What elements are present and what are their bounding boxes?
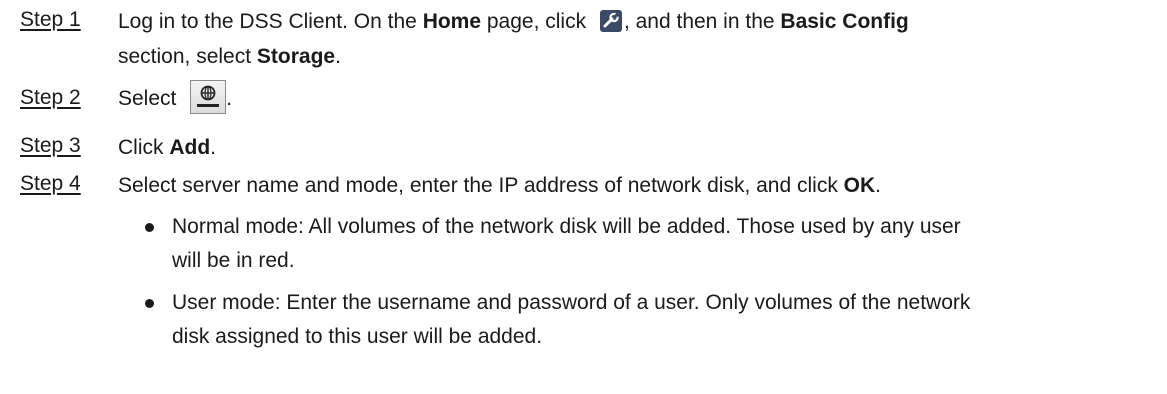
step-1-text-part: page, click	[481, 10, 592, 33]
basic-config-keyword: Basic Config	[780, 10, 909, 33]
step-2-text-part: .	[226, 87, 233, 110]
home-keyword: Home	[422, 10, 482, 33]
step-4-text-part: Select server name and mode, enter the I…	[118, 174, 844, 197]
step-3-text-part: Click	[118, 136, 170, 159]
step-2-text: Select .	[118, 80, 1148, 116]
add-keyword: Add	[169, 136, 211, 159]
mode-bullet-list: Normal mode: All volumes of the network …	[145, 210, 1155, 354]
step-2-label: Step 2	[20, 86, 81, 109]
bullet-dot	[145, 299, 154, 308]
storage-keyword: Storage	[256, 45, 336, 68]
step-3-text: Click Add.	[118, 130, 1148, 165]
wrench-icon	[599, 10, 622, 32]
step-3-text-part: .	[210, 136, 217, 159]
list-item: User mode: Enter the username and passwo…	[145, 286, 1155, 354]
bullet-line: Normal mode: All volumes of the network …	[172, 215, 961, 238]
step-1-text: Log in to the DSS Client. On the Home pa…	[118, 4, 1148, 74]
ok-keyword: OK	[843, 174, 876, 197]
step-1-label: Step 1	[20, 8, 81, 31]
bullet-line: disk assigned to this user will be added…	[172, 325, 543, 348]
bullet-line: User mode: Enter the username and passwo…	[172, 291, 971, 314]
network-disk-icon	[190, 80, 227, 114]
step-4-text-part: .	[875, 174, 881, 197]
step-1-text-part: , and then in the	[623, 10, 781, 33]
list-item: Normal mode: All volumes of the network …	[145, 210, 1155, 278]
step-2-text-part: Select	[118, 87, 183, 110]
step-3-label: Step 3	[20, 134, 81, 157]
step-1-text-part: Log in to the DSS Client. On the	[118, 10, 423, 33]
step-1-text-part: .	[335, 45, 341, 68]
bullet-dot	[145, 223, 154, 232]
bullet-line: will be in red.	[172, 249, 295, 272]
step-1-text-part: section, select	[118, 45, 257, 68]
document-page: Step 1 Log in to the DSS Client. On the …	[0, 0, 1167, 394]
step-4-label: Step 4	[20, 172, 81, 195]
step-4-text: Select server name and mode, enter the I…	[118, 168, 1148, 203]
